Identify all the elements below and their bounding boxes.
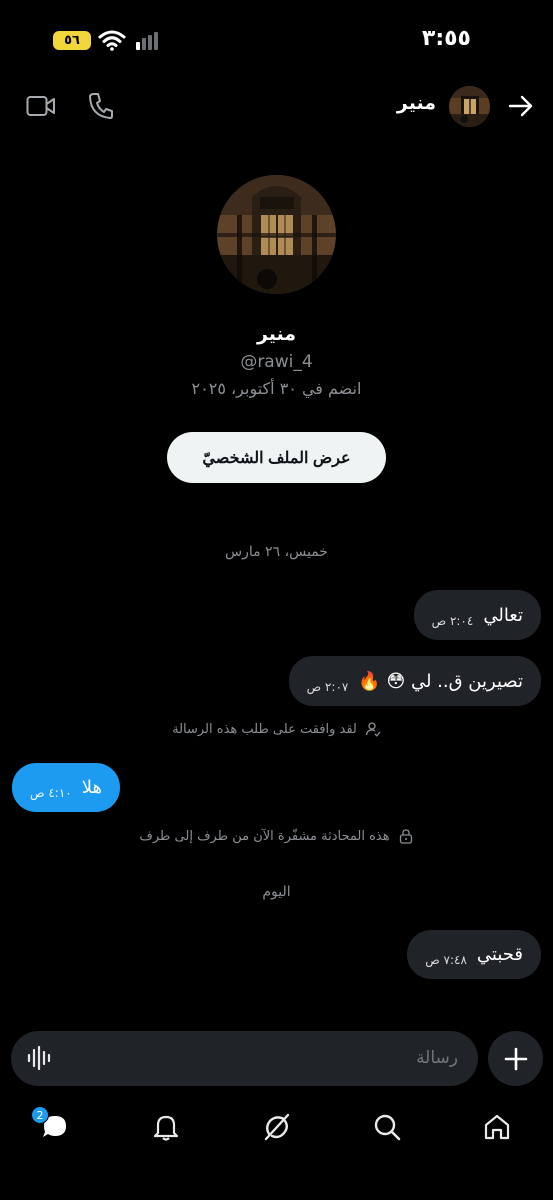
date-separator: اليوم — [262, 884, 291, 900]
add-attachment-button[interactable] — [488, 1031, 543, 1086]
encryption-text: هذه المحادثة مشفّرة الآن من طرف إلى طرف — [139, 828, 390, 844]
conversation-header: منير — [0, 80, 553, 136]
message-time: ٤:١٠ ص — [30, 786, 72, 800]
profile-joined-date: انضم في ٣٠ أكتوبر، ٢٠٢٥ — [191, 379, 362, 398]
message-time: ٧:٤٨ ص — [425, 953, 467, 967]
message-bubble[interactable]: قحبتي ٧:٤٨ ص — [407, 930, 541, 979]
cellular-signal-icon — [136, 32, 158, 50]
encryption-note: هذه المحادثة مشفّرة الآن من طرف إلى طرف — [0, 828, 553, 844]
message-time: ٢:٠٤ ص — [431, 614, 474, 628]
lock-icon — [399, 829, 412, 844]
phone-call-icon[interactable] — [88, 92, 114, 120]
message-bubble[interactable]: تعالي ٢:٠٤ ص — [413, 590, 541, 640]
bottom-navigation: 2 — [0, 1100, 553, 1160]
message-input[interactable] — [78, 1043, 458, 1073]
view-profile-button[interactable]: عرض الملف الشخصيّ — [167, 432, 386, 483]
request-accepted-text: لقد وافقت على طلب هذه الرسالة — [172, 721, 357, 737]
status-time: ٣:٥٥ — [421, 26, 471, 51]
message-text: تعالي — [483, 604, 523, 626]
battery-indicator: ٥٦ — [53, 31, 91, 50]
message-time: ٢:٠٧ ص — [306, 680, 349, 694]
messages-unread-badge: 2 — [31, 1106, 49, 1124]
notifications-bell-icon[interactable] — [151, 1112, 181, 1142]
message-text: هلا — [81, 777, 102, 798]
header-contact-name[interactable]: منير — [397, 92, 436, 114]
date-separator: خميس، ٢٦ مارس — [225, 544, 328, 560]
status-bar: ٥٦ ٣:٥٥ — [0, 0, 553, 80]
message-bubble-outgoing[interactable]: هلا ٤:١٠ ص — [12, 763, 120, 812]
video-call-icon[interactable] — [26, 93, 56, 119]
message-composer — [11, 1031, 478, 1086]
back-arrow-icon[interactable] — [507, 92, 535, 120]
avatar-image — [449, 86, 490, 127]
message-bubble[interactable]: تصيرين ق.. لي 😳 🔥 ٢:٠٧ ص — [288, 656, 541, 706]
search-icon[interactable] — [372, 1112, 402, 1142]
message-text: قحبتي — [476, 944, 523, 965]
person-check-icon — [365, 722, 381, 737]
header-avatar[interactable] — [449, 86, 490, 127]
profile-avatar-image — [217, 175, 336, 294]
profile-avatar[interactable] — [217, 175, 336, 294]
grok-icon[interactable] — [262, 1112, 292, 1142]
home-icon[interactable] — [482, 1112, 512, 1142]
message-text: تصيرين ق.. لي 😳 🔥 — [358, 670, 523, 692]
plus-icon — [504, 1047, 527, 1070]
profile-name: منير — [256, 323, 297, 345]
profile-handle: @rawi_4 — [240, 352, 313, 372]
wifi-icon — [98, 30, 126, 51]
voice-message-icon[interactable] — [27, 1045, 53, 1071]
request-accepted-note: لقد وافقت على طلب هذه الرسالة — [0, 721, 553, 737]
